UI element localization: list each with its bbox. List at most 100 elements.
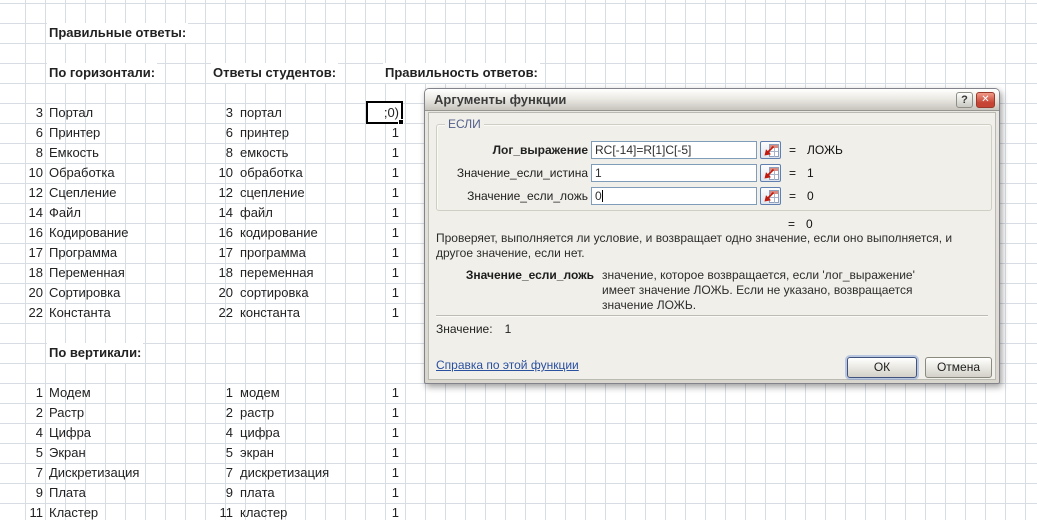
answer-word-cell[interactable]: Переменная <box>49 263 125 283</box>
student-number-cell[interactable]: 12 <box>150 183 233 203</box>
answer-number-cell[interactable]: 18 <box>0 263 43 283</box>
student-word-cell[interactable]: принтер <box>240 123 289 143</box>
student-number-cell[interactable]: 11 <box>150 503 234 520</box>
student-word-cell[interactable]: емкость <box>240 143 288 163</box>
correctness-cell[interactable]: 1 <box>368 243 401 263</box>
answer-number-cell[interactable]: 1 <box>0 383 43 403</box>
answer-number-cell[interactable]: 3 <box>0 103 43 123</box>
correctness-cell[interactable]: 1 <box>368 303 401 323</box>
student-word-cell[interactable]: кластер <box>240 503 287 520</box>
correctness-cell[interactable]: ;0) <box>366 101 404 125</box>
answer-number-cell[interactable]: 11 <box>0 503 44 520</box>
range-selector-button[interactable] <box>760 164 781 182</box>
range-selector-button[interactable] <box>760 187 781 205</box>
answer-word-cell[interactable]: Растр <box>49 403 84 423</box>
student-number-cell[interactable]: 9 <box>150 483 233 503</box>
student-word-cell[interactable]: программа <box>240 243 306 263</box>
answer-word-cell[interactable]: Сортировка <box>49 283 120 303</box>
student-number-cell[interactable]: 14 <box>150 203 233 223</box>
student-number-cell[interactable]: 2 <box>150 403 233 423</box>
header-students[interactable]: Ответы студентов: <box>211 63 339 83</box>
ok-button[interactable]: ОК <box>847 357 917 378</box>
answer-word-cell[interactable]: Принтер <box>49 123 100 143</box>
correctness-cell[interactable]: 1 <box>368 263 401 283</box>
value-if-true-input[interactable]: 1 <box>591 164 757 182</box>
answer-number-cell[interactable]: 5 <box>0 443 43 463</box>
cancel-button[interactable]: Отмена <box>925 357 992 378</box>
range-selector-button[interactable] <box>760 141 781 159</box>
answer-number-cell[interactable]: 2 <box>0 403 43 423</box>
student-word-cell[interactable]: обработка <box>240 163 303 183</box>
student-word-cell[interactable]: растр <box>240 403 274 423</box>
answer-number-cell[interactable]: 6 <box>0 123 43 143</box>
answer-number-cell[interactable]: 20 <box>0 283 43 303</box>
value-if-false-input[interactable]: 0 <box>591 187 757 205</box>
answer-word-cell[interactable]: Кластер <box>49 503 98 520</box>
student-word-cell[interactable]: плата <box>240 483 275 503</box>
answer-number-cell[interactable]: 10 <box>0 163 43 183</box>
answer-number-cell[interactable]: 9 <box>0 483 43 503</box>
student-number-cell[interactable]: 8 <box>150 143 233 163</box>
answer-word-cell[interactable]: Емкость <box>49 143 99 163</box>
answer-word-cell[interactable]: Плата <box>49 483 86 503</box>
close-button[interactable]: ✕ <box>976 91 995 108</box>
student-number-cell[interactable]: 1 <box>150 383 233 403</box>
correctness-cell[interactable]: 1 <box>368 383 401 403</box>
answer-number-cell[interactable]: 22 <box>0 303 43 323</box>
student-word-cell[interactable]: экран <box>240 443 274 463</box>
student-word-cell[interactable]: портал <box>240 103 282 123</box>
answer-number-cell[interactable]: 8 <box>0 143 43 163</box>
student-number-cell[interactable]: 18 <box>150 263 233 283</box>
student-word-cell[interactable]: сортировка <box>240 283 309 303</box>
correctness-cell[interactable]: 1 <box>368 503 401 520</box>
answer-word-cell[interactable]: Сцепление <box>49 183 116 203</box>
student-number-cell[interactable]: 22 <box>150 303 233 323</box>
student-word-cell[interactable]: переменная <box>240 263 314 283</box>
student-word-cell[interactable]: файл <box>240 203 273 223</box>
student-number-cell[interactable]: 7 <box>150 463 233 483</box>
answer-number-cell[interactable]: 4 <box>0 423 43 443</box>
answer-word-cell[interactable]: Экран <box>49 443 86 463</box>
correctness-cell[interactable]: 1 <box>368 143 401 163</box>
answer-number-cell[interactable]: 12 <box>0 183 43 203</box>
student-number-cell[interactable]: 10 <box>150 163 233 183</box>
answer-number-cell[interactable]: 16 <box>0 223 43 243</box>
student-number-cell[interactable]: 20 <box>150 283 233 303</box>
correctness-cell[interactable]: 1 <box>368 223 401 243</box>
answer-word-cell[interactable]: Портал <box>49 103 93 123</box>
correctness-cell[interactable]: 1 <box>368 443 401 463</box>
answer-word-cell[interactable]: Цифра <box>49 423 91 443</box>
header-correctness[interactable]: Правильность ответов: <box>383 63 540 83</box>
help-button[interactable]: ? <box>956 91 973 108</box>
student-number-cell[interactable]: 17 <box>150 243 233 263</box>
dialog-titlebar[interactable]: Аргументы функции ? ✕ <box>425 89 999 111</box>
student-word-cell[interactable]: константа <box>240 303 300 323</box>
student-word-cell[interactable]: модем <box>240 383 280 403</box>
answer-number-cell[interactable]: 7 <box>0 463 43 483</box>
correctness-cell[interactable]: 1 <box>368 463 401 483</box>
header-vertical[interactable]: По вертикали: <box>47 343 144 363</box>
correctness-cell[interactable]: 1 <box>368 163 401 183</box>
student-word-cell[interactable]: сцепление <box>240 183 305 203</box>
student-word-cell[interactable]: дискретизация <box>240 463 329 483</box>
answer-number-cell[interactable]: 14 <box>0 203 43 223</box>
correctness-cell[interactable]: 1 <box>368 183 401 203</box>
correctness-cell[interactable]: 1 <box>368 283 401 303</box>
student-number-cell[interactable]: 4 <box>150 423 233 443</box>
answer-word-cell[interactable]: Кодирование <box>49 223 129 243</box>
answer-word-cell[interactable]: Обработка <box>49 163 115 183</box>
student-word-cell[interactable]: кодирование <box>240 223 318 243</box>
student-number-cell[interactable]: 5 <box>150 443 233 463</box>
answer-word-cell[interactable]: Дискретизация <box>49 463 139 483</box>
answer-word-cell[interactable]: Модем <box>49 383 91 403</box>
student-number-cell[interactable]: 3 <box>150 103 233 123</box>
student-number-cell[interactable]: 16 <box>150 223 233 243</box>
logical-test-input[interactable]: RC[-14]=R[1]C[-5] <box>591 141 757 159</box>
answer-word-cell[interactable]: Программа <box>49 243 117 263</box>
student-number-cell[interactable]: 6 <box>150 123 233 143</box>
student-word-cell[interactable]: цифра <box>240 423 280 443</box>
correctness-cell[interactable]: 1 <box>368 203 401 223</box>
sheet-title[interactable]: Правильные ответы: <box>47 23 189 43</box>
answer-word-cell[interactable]: Константа <box>49 303 111 323</box>
header-horizontal[interactable]: По горизонтали: <box>47 63 158 83</box>
